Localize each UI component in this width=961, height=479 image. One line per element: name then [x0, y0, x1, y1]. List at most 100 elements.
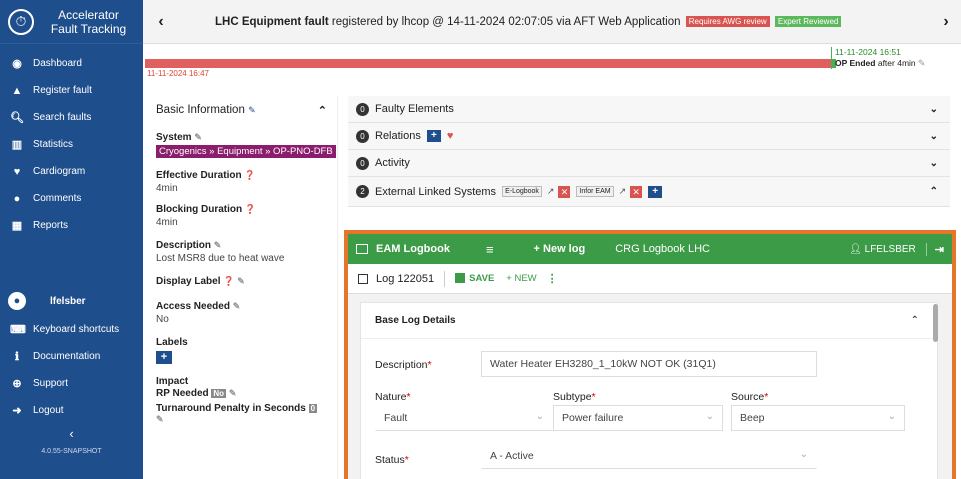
blocking-duration-label-text: Blocking Duration [156, 204, 243, 215]
user-menu[interactable]: ● lfelsber [0, 286, 143, 316]
help-icon[interactable]: ❓ [244, 170, 255, 180]
sidebar-item-reports[interactable]: ▦ Reports [0, 212, 143, 239]
pencil-icon[interactable]: ✎ [233, 301, 241, 311]
status-select[interactable]: A - Active ⌄ [481, 443, 817, 469]
help-icon[interactable]: ❓ [245, 204, 256, 214]
eam-app-name[interactable]: EAM Logbook [376, 243, 450, 255]
heartbeat-icon[interactable]: ♥ [447, 130, 454, 142]
pencil-icon[interactable]: ✎ [229, 388, 237, 398]
base-log-details-header[interactable]: Base Log Details ⌃ [361, 303, 937, 339]
chevron-up-icon[interactable]: ⌃ [911, 315, 919, 326]
logout-icon[interactable]: ⇥ [925, 242, 944, 256]
chevron-up-icon[interactable]: ⌃ [318, 104, 327, 117]
toolbar-divider [444, 270, 446, 287]
description-field-label: Description* [375, 359, 432, 371]
pencil-icon[interactable]: ✎ [156, 414, 164, 424]
nature-select[interactable]: Fault ⌄ [375, 405, 553, 431]
add-relation-button[interactable]: + [426, 130, 441, 142]
effective-duration-value: 4min [156, 183, 178, 194]
sidebar: ⏱ Accelerator Fault Tracking ◉ Dashboard … [0, 0, 143, 479]
sidebar-item-keyboard-shortcuts[interactable]: ⌨ Keyboard shortcuts [0, 316, 143, 343]
next-fault-button[interactable]: › [931, 13, 961, 31]
sidebar-item-logout[interactable]: ➜ Logout [0, 397, 143, 424]
search-icon: 🔍︎ [10, 112, 24, 124]
timeline-end: 11-11-2024 16:51 OP Ended after 4min ✎ [831, 47, 926, 69]
remove-elogbook-button[interactable]: ✕ [558, 185, 571, 198]
save-icon [455, 273, 466, 284]
new-button[interactable]: + NEW [506, 273, 536, 284]
sidebar-item-label: Dashboard [33, 58, 82, 69]
expert-reviewed-badge: Expert Reviewed [774, 15, 842, 27]
sidebar-item-support[interactable]: ⊕ Support [0, 370, 143, 397]
basic-information-header[interactable]: Basic Information ✎ ⌃ [156, 96, 327, 124]
sidebar-item-search-faults[interactable]: 🔍︎ Search faults [0, 104, 143, 131]
description-label-text: Description [156, 240, 212, 251]
activity-panel[interactable]: 0 Activity ⌄ [348, 150, 950, 177]
pencil-icon[interactable]: ✎ [214, 240, 222, 250]
add-external-system-button[interactable]: + [648, 185, 663, 198]
sidebar-item-documentation[interactable]: ℹ Documentation [0, 343, 143, 370]
keyboard-icon: ⌨ [10, 324, 26, 336]
previous-fault-button[interactable]: ‹ [147, 13, 175, 31]
book-icon [356, 244, 368, 254]
chevron-down-icon[interactable]: ⌄ [930, 131, 938, 142]
description-input[interactable]: Water Heater EH3280_1_10kW NOT OK (31Q1) [481, 351, 817, 377]
sidebar-item-register-fault[interactable]: ▲ Register fault [0, 77, 143, 104]
user-icon: 👤︎ [849, 243, 865, 255]
app-version: 4.0.55-SNAPSHOT [41, 448, 102, 455]
hamburger-menu-icon[interactable]: ≡ [486, 242, 494, 257]
external-link-icon[interactable]: ↗ [619, 186, 627, 197]
eam-user-name: LFELSBER [864, 243, 916, 255]
edit-square-icon[interactable]: ✎ [248, 105, 256, 115]
warning-icon: ▲ [11, 84, 23, 97]
scrollbar-thumb[interactable] [933, 304, 938, 342]
logout-icon: ➜ [12, 405, 22, 417]
base-log-details-card: Base Log Details ⌃ Description* Water He… [360, 302, 938, 479]
sidebar-item-comments[interactable]: ● Comments [0, 185, 143, 212]
source-select[interactable]: Beep ⌄ [731, 405, 905, 431]
rp-needed-row: RP Needed No ✎ [156, 388, 327, 399]
user-avatar-icon: ● [8, 292, 26, 310]
save-button[interactable]: SAVE [455, 273, 494, 284]
subtype-select[interactable]: Power failure ⌄ [553, 405, 723, 431]
sidebar-item-label: Statistics [33, 139, 74, 150]
basic-information-panel: Basic Information ✎ ⌃ System ✎ Cryogenic… [146, 96, 338, 479]
more-options-icon[interactable]: ⋮ [547, 272, 558, 285]
help-icon[interactable]: ❓ [223, 276, 234, 286]
user-name: lfelsber [50, 295, 86, 307]
sidebar-item-dashboard[interactable]: ◉ Dashboard [0, 50, 143, 77]
new-log-button[interactable]: + New log [534, 243, 586, 255]
sidebar-item-label: Register fault [33, 85, 92, 96]
chevron-up-icon[interactable]: ⌃ [930, 186, 938, 197]
fault-title: LHC Equipment fault registered by lhcop … [175, 16, 931, 28]
sidebar-item-statistics[interactable]: ▥ Statistics [0, 131, 143, 158]
relations-panel[interactable]: 0 Relations + ♥ ⌄ [348, 123, 950, 150]
chevron-down-icon[interactable]: ⌄ [930, 158, 938, 169]
sidebar-item-cardiogram[interactable]: ♥ Cardiogram [0, 158, 143, 185]
faulty-elements-panel[interactable]: 0 Faulty Elements ⌄ [348, 96, 950, 123]
brand[interactable]: ⏱ Accelerator Fault Tracking [0, 0, 143, 44]
sidebar-item-label: Keyboard shortcuts [33, 324, 120, 335]
pencil-icon[interactable]: ✎ [237, 276, 245, 286]
chevron-down-icon: ⌄ [887, 411, 896, 422]
sidebar-item-label: Cardiogram [33, 166, 86, 177]
logbook-selector[interactable]: CRG Logbook LHC [615, 243, 710, 255]
description-value: Lost MSR8 due to heat wave [156, 253, 285, 264]
faulty-elements-count: 0 [356, 102, 369, 116]
chevron-left-icon: ‹ [69, 426, 74, 441]
relations-title: Relations [375, 130, 421, 142]
pencil-icon[interactable]: ✎ [194, 132, 202, 142]
fault-timeline: 11-11-2024 16:47 11-11-2024 16:51 OP End… [143, 44, 961, 88]
sidebar-collapse-button[interactable]: ‹ [0, 424, 143, 444]
turnaround-value: 0 [308, 404, 318, 413]
chevron-down-icon[interactable]: ⌄ [930, 104, 938, 115]
add-label-button[interactable]: + [156, 351, 172, 364]
bar-chart-icon: ▥ [11, 139, 23, 151]
subtype-value: Power failure [562, 412, 624, 424]
remove-infor-eam-button[interactable]: ✕ [630, 185, 643, 198]
eam-user[interactable]: 👤︎ LFELSBER [849, 244, 916, 255]
edit-icon[interactable]: ✎ [918, 58, 926, 68]
external-linked-systems-panel[interactable]: 2 External Linked Systems E-Logbook ↗ ✕ … [348, 177, 950, 207]
external-count: 2 [356, 185, 369, 198]
external-link-icon[interactable]: ↗ [547, 186, 555, 197]
